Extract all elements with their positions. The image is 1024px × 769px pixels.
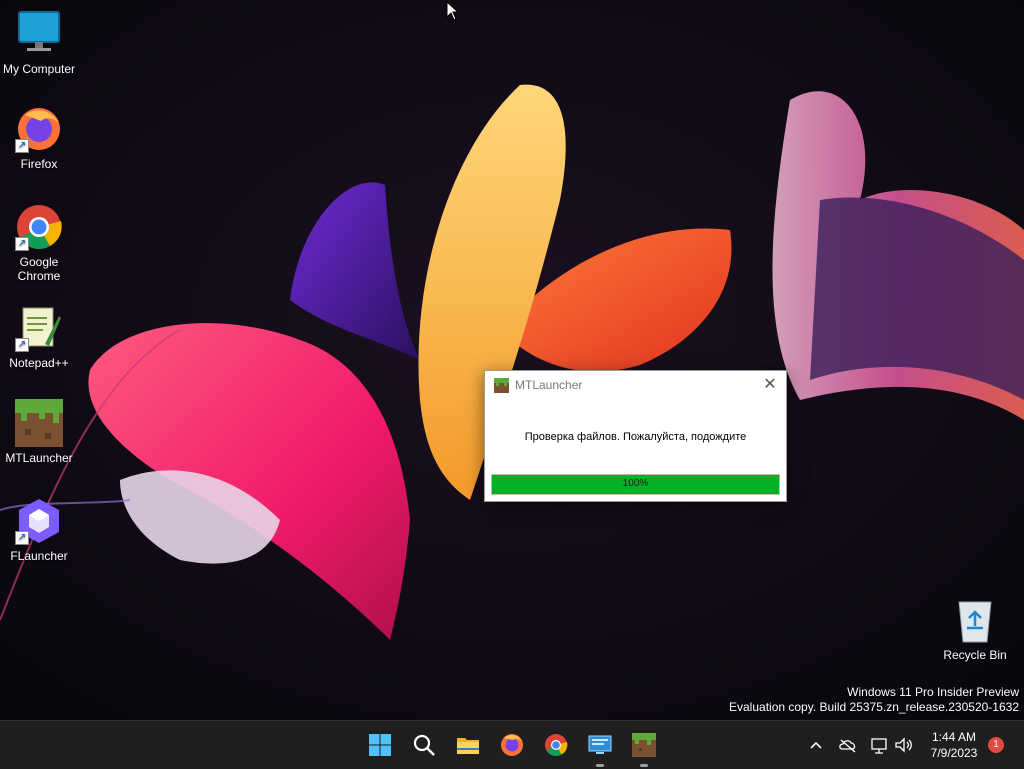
onedrive-offline-icon[interactable] (838, 733, 858, 757)
clock-date: 7/9/2023 (930, 746, 978, 760)
notification-badge[interactable]: 1 (988, 737, 1004, 753)
shortcut-arrow-icon: ↗ (15, 139, 29, 153)
chevron-up-icon[interactable] (808, 733, 824, 757)
desktop-icon-label: Notepad++ (9, 356, 69, 370)
running-indicator (640, 764, 648, 767)
start-button[interactable] (360, 721, 400, 769)
taskbar-remote-desktop[interactable] (580, 721, 620, 769)
clock-time: 1:44 AM (931, 730, 977, 744)
flauncher-icon: ↗ (15, 497, 63, 545)
desktop-icon-flauncher[interactable]: ↗ FLauncher (0, 497, 78, 563)
search-icon (413, 734, 435, 756)
search-button[interactable] (404, 721, 444, 769)
desktop-icon-label: Recycle Bin (943, 648, 1007, 662)
firefox-icon (501, 734, 523, 756)
progress-text: 100% (622, 478, 649, 489)
chrome-icon (545, 734, 568, 756)
mtlauncher-icon (494, 378, 509, 393)
watermark-edition: Windows 11 Pro Insider Preview (847, 685, 1019, 699)
shortcut-arrow-icon: ↗ (15, 338, 29, 352)
clock[interactable]: 1:44 AM 7/9/2023 (920, 729, 988, 761)
close-button[interactable]: ✕ (754, 371, 786, 399)
desktop-icon-firefox[interactable]: ↗ Firefox (0, 105, 78, 171)
desktop-icon-label: Firefox (20, 157, 58, 171)
dialog-titlebar[interactable]: MTLauncher ✕ (485, 371, 786, 399)
dialog-title: MTLauncher (515, 378, 583, 392)
notepad-plus-plus-icon: ↗ (15, 304, 63, 352)
minecraft-block-icon (15, 399, 63, 447)
mtlauncher-icon (632, 733, 656, 757)
volume-icon[interactable] (894, 733, 914, 757)
desktop-icon-recycle-bin[interactable]: Recycle Bin (936, 596, 1014, 662)
taskbar: 1:44 AM 7/9/2023 1 (0, 720, 1024, 769)
desktop-icon-label: FLauncher (10, 549, 68, 563)
network-icon[interactable] (870, 733, 890, 757)
taskbar-firefox[interactable] (492, 721, 532, 769)
desktop-wallpaper (0, 0, 1024, 720)
progress-bar: 100% (491, 474, 780, 495)
mtlauncher-dialog: MTLauncher ✕ Проверка файлов. Пожалуйста… (484, 370, 787, 502)
recycle-bin-icon (951, 596, 999, 644)
desktop-icon-label: Google Chrome (17, 255, 61, 283)
remote-desktop-icon (588, 735, 612, 754)
desktop-icon-mtlauncher[interactable]: MTLauncher (0, 399, 78, 465)
desktop-icon-label: MTLauncher (5, 451, 73, 465)
desktop-icon-label: My Computer (2, 62, 76, 76)
monitor-icon (15, 10, 63, 58)
desktop-icon-notepad-plus-plus[interactable]: ↗ Notepad++ (0, 304, 78, 370)
firefox-icon: ↗ (15, 105, 63, 153)
desktop-icon-google-chrome[interactable]: ↗ Google Chrome (0, 203, 78, 283)
mouse-cursor-icon (446, 1, 460, 21)
close-icon: ✕ (763, 376, 777, 393)
running-indicator (596, 764, 604, 767)
file-explorer-icon (457, 738, 479, 754)
taskbar-chrome[interactable] (536, 721, 576, 769)
desktop-icon-my-computer[interactable]: My Computer (0, 10, 78, 76)
shortcut-arrow-icon: ↗ (15, 237, 29, 251)
shortcut-arrow-icon: ↗ (15, 531, 29, 545)
dialog-message: Проверка файлов. Пожалуйста, подождите (524, 431, 747, 443)
taskbar-mtlauncher[interactable] (624, 721, 664, 769)
windows-watermark: Windows 11 Pro Insider Preview Evaluatio… (729, 685, 1019, 715)
watermark-build: Evaluation copy. Build 25375.zn_release.… (729, 700, 1019, 714)
taskbar-file-explorer[interactable] (448, 721, 488, 769)
chrome-icon: ↗ (15, 203, 63, 251)
start-icon (369, 734, 391, 756)
